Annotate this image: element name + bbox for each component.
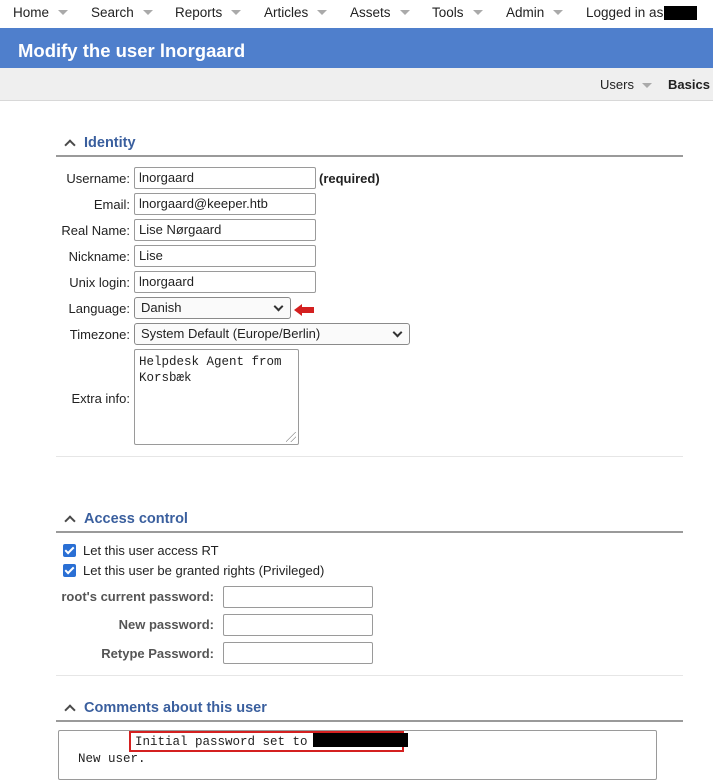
resize-grip-icon[interactable] — [286, 432, 296, 442]
menu-admin-label: Admin — [506, 5, 545, 20]
retype-password-input[interactable] — [223, 642, 373, 664]
menu-articles[interactable]: Articles — [264, 0, 328, 27]
pagenav-users-label: Users — [600, 77, 634, 92]
identity-section-label: Identity — [84, 135, 136, 151]
chevron-down-icon — [399, 10, 410, 16]
menu-logged-in[interactable]: Logged in as — [586, 0, 698, 27]
access-rt-label: Let this user access RT — [83, 543, 219, 558]
menu-admin[interactable]: Admin — [506, 0, 564, 27]
logged-in-label: Logged in as — [586, 5, 664, 20]
menu-home-label: Home — [13, 5, 50, 20]
chevron-down-icon — [553, 10, 564, 16]
new-password-input[interactable] — [223, 614, 373, 636]
chevron-down-icon — [472, 10, 483, 16]
menu-home[interactable]: Home — [13, 0, 69, 27]
comments-text-highlight: Initial password set to — [135, 735, 308, 749]
realname-input[interactable]: Lise Nørgaard — [134, 219, 316, 241]
chevron-down-icon — [641, 82, 652, 88]
unixlogin-label: Unix login: — [69, 275, 130, 290]
top-menu: Home Search Reports Articles Assets Tool… — [0, 0, 713, 27]
collapse-icon[interactable] — [64, 139, 76, 151]
menu-search[interactable]: Search — [91, 0, 153, 27]
page-header: Modify the user lnorgaard — [0, 28, 713, 68]
extrainfo-text: Helpdesk Agent from Korsbæk — [139, 355, 282, 385]
current-password-label: root's current password: — [61, 589, 214, 604]
comments-text-prefix: New user. — [78, 752, 146, 766]
chevron-down-icon — [317, 10, 328, 16]
menu-reports[interactable]: Reports — [175, 0, 242, 27]
pagenav-basics[interactable]: Basics — [668, 68, 710, 101]
password-highlight-box: Initial password set to — [129, 731, 408, 752]
extrainfo-label: Extra info: — [71, 391, 130, 406]
unixlogin-input[interactable]: lnorgaard — [134, 271, 316, 293]
chevron-down-icon — [58, 10, 69, 16]
current-password-input[interactable] — [223, 586, 373, 608]
page-nav: Users Basics — [0, 68, 713, 101]
redacted-username — [664, 6, 698, 21]
menu-assets-label: Assets — [350, 5, 391, 20]
timezone-select-value: System Default (Europe/Berlin) — [141, 326, 321, 341]
comments-section-label: Comments about this user — [84, 700, 267, 716]
menu-search-label: Search — [91, 5, 134, 20]
chevron-down-icon — [142, 10, 153, 16]
email-input[interactable]: lnorgaard@keeper.htb — [134, 193, 316, 215]
page-title: Modify the user lnorgaard — [18, 40, 246, 61]
nickname-label: Nickname: — [68, 249, 130, 264]
menu-reports-label: Reports — [175, 5, 223, 20]
language-label: Language: — [68, 301, 130, 316]
collapse-icon[interactable] — [64, 515, 76, 527]
access-section-label: Access control — [84, 511, 188, 527]
timezone-label: Timezone: — [69, 327, 130, 342]
extrainfo-textarea[interactable]: Helpdesk Agent from Korsbæk — [134, 349, 299, 445]
privileged-checkbox[interactable] — [63, 564, 76, 577]
email-label: Email: — [93, 197, 130, 212]
new-password-label: New password: — [118, 617, 214, 632]
nickname-input[interactable]: Lise — [134, 245, 316, 267]
pagenav-users[interactable]: Users — [600, 68, 652, 101]
privileged-label: Let this user be granted rights (Privile… — [83, 563, 325, 578]
menu-tools[interactable]: Tools — [432, 0, 483, 27]
access-section-title[interactable]: Access control — [56, 511, 683, 533]
menu-assets[interactable]: Assets — [350, 0, 410, 27]
realname-label: Real Name: — [61, 223, 130, 238]
username-label: Username: — [66, 171, 130, 186]
red-arrow-icon — [294, 304, 314, 316]
language-select[interactable]: Danish — [134, 297, 291, 319]
menu-tools-label: Tools — [432, 5, 464, 20]
comments-section-title[interactable]: Comments about this user — [56, 700, 683, 722]
identity-section-divider — [56, 449, 683, 457]
menu-articles-label: Articles — [264, 5, 309, 20]
redacted-password — [312, 733, 408, 747]
chevron-down-icon — [231, 10, 242, 16]
collapse-icon[interactable] — [64, 704, 76, 716]
timezone-select[interactable]: System Default (Europe/Berlin) — [134, 323, 410, 345]
language-select-value: Danish — [141, 300, 182, 315]
retype-password-label: Retype Password: — [101, 646, 214, 661]
username-input[interactable]: lnorgaard — [134, 167, 316, 189]
identity-section-title[interactable]: Identity — [56, 135, 683, 157]
access-section-divider — [56, 668, 683, 676]
chevron-down-icon — [392, 327, 403, 338]
chevron-down-icon — [273, 301, 284, 312]
access-rt-checkbox[interactable] — [63, 544, 76, 557]
required-note: (required) — [319, 171, 380, 186]
